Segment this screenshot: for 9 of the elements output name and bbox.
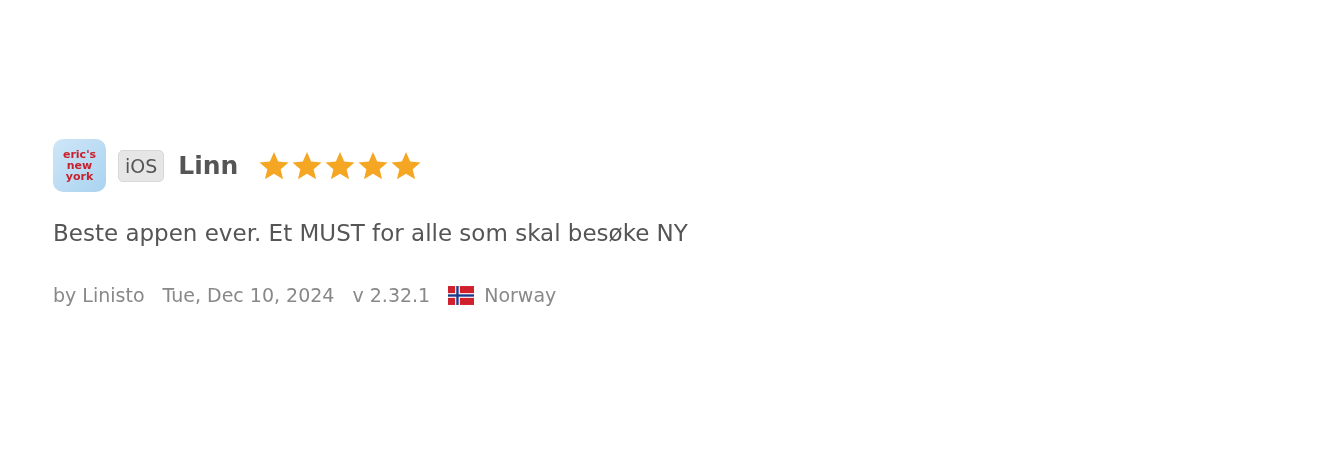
review-text: Beste appen ever. Et MUST for alle som skal besøke NY: [53, 220, 689, 246]
platform-badge: iOS: [118, 149, 165, 182]
app-version: v 2.32.1: [352, 284, 431, 306]
review-author: by Linisto: [53, 284, 145, 306]
country-name: Norway: [484, 284, 557, 306]
reviewer-name: Linn: [178, 151, 239, 180]
review-date: Tue, Dec 10, 2024: [162, 284, 335, 306]
flag-icon: [448, 285, 475, 305]
app-icon: eric's new york: [53, 139, 106, 192]
